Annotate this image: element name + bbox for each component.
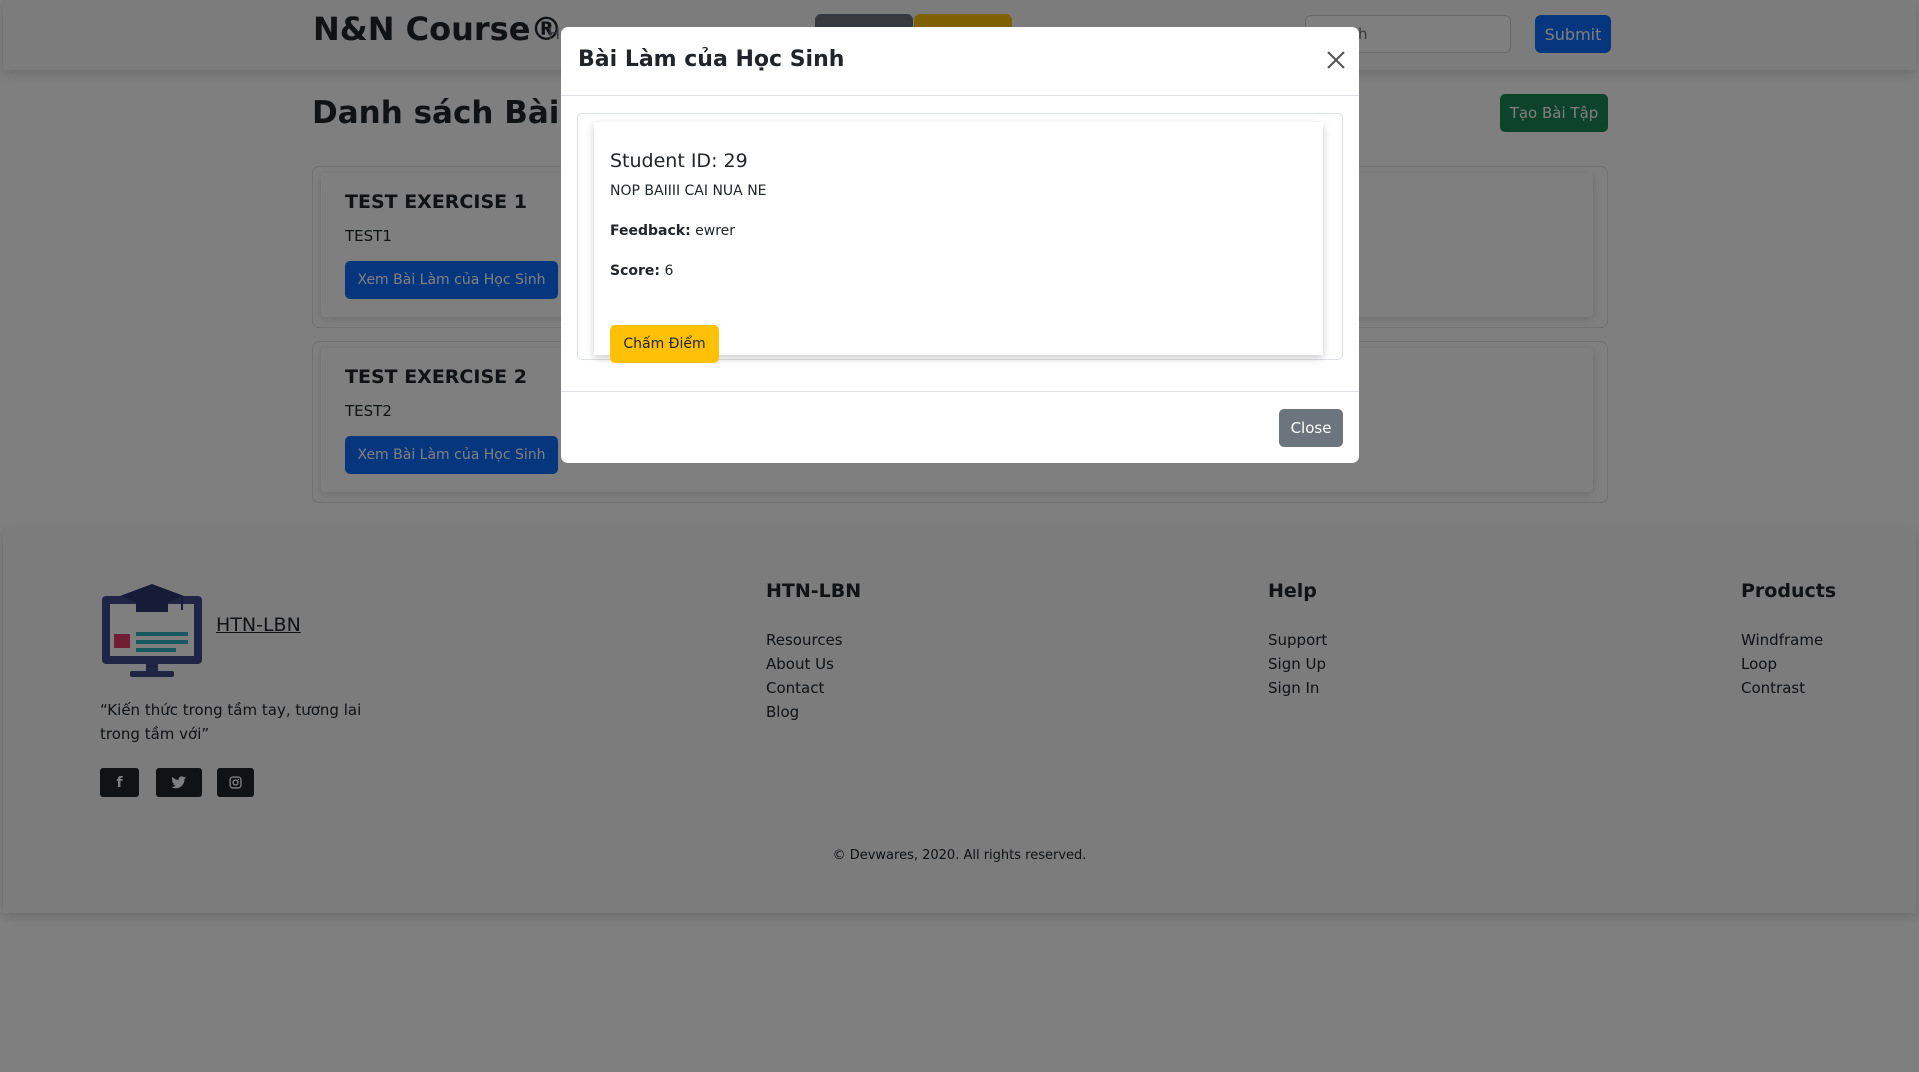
modal-header: Bài Làm của Học Sinh xyxy=(561,27,1359,96)
feedback-line: Feedback: ewrer xyxy=(610,223,735,239)
submission-card: Student ID: 29 NOP BAIIII CAI NUA NE Fee… xyxy=(577,113,1343,363)
grade-button[interactable]: Chấm Điểm xyxy=(610,325,719,363)
score-line: Score: 6 xyxy=(610,263,673,279)
feedback-value: ewrer xyxy=(695,223,736,239)
modal-footer-divider xyxy=(561,391,1359,392)
submission-content: NOP BAIIII CAI NUA NE xyxy=(610,183,767,199)
close-icon[interactable] xyxy=(1323,47,1349,73)
modal-title: Bài Làm của Học Sinh xyxy=(578,47,845,72)
submission-item: Student ID: 29 NOP BAIIII CAI NUA NE Fee… xyxy=(594,122,1323,363)
student-id: Student ID: 29 xyxy=(610,150,748,172)
score-label: Score: xyxy=(610,263,660,279)
feedback-label: Feedback: xyxy=(610,223,691,239)
submission-modal: Bài Làm của Học Sinh Student ID: 29 NOP … xyxy=(561,27,1359,463)
close-button[interactable]: Close xyxy=(1279,409,1343,447)
score-value: 6 xyxy=(664,263,674,279)
